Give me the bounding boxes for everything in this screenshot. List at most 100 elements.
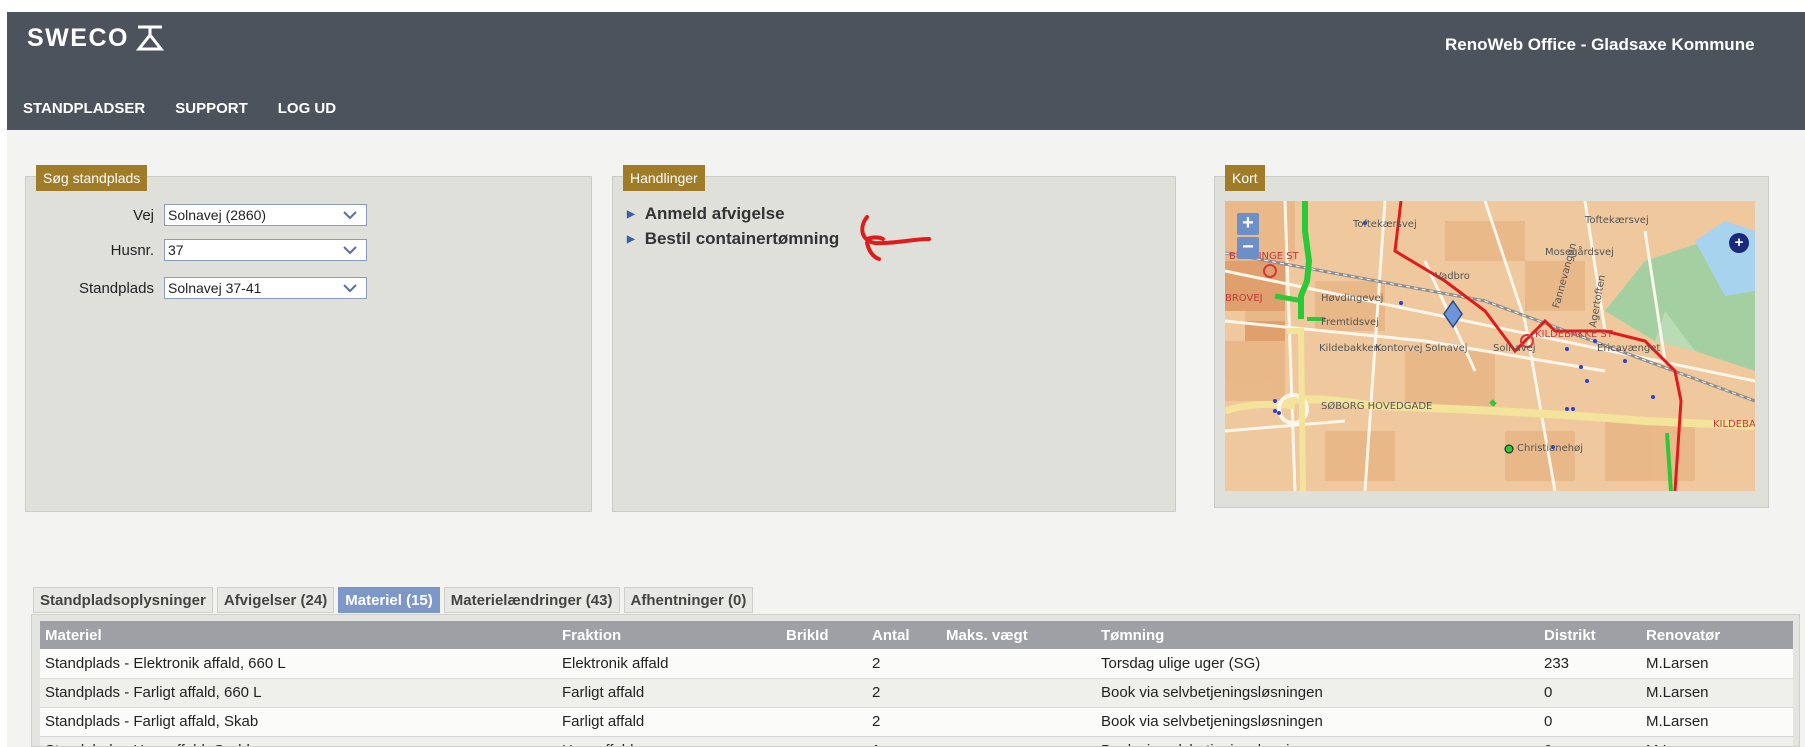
col-tomning[interactable]: Tømning	[1096, 621, 1539, 649]
cell-tomning: Book via selvbetjeningsløsningen	[1096, 678, 1539, 708]
app-title: RenoWeb Office - Gladsaxe Kommune	[1445, 35, 1755, 54]
husnr-value: 37	[168, 242, 184, 258]
col-maks-vaegt[interactable]: Maks. vægt	[941, 621, 1096, 649]
actions-panel-title: Handlinger	[623, 165, 705, 191]
cell-renovator: M.Larsen	[1641, 707, 1793, 737]
map-label-17: SØBORG HOVEDGADE	[1321, 400, 1432, 412]
map-label-13: Kontorvej	[1375, 343, 1423, 354]
cell-maks-vaegt	[941, 678, 1096, 708]
col-antal[interactable]: Antal	[867, 621, 941, 649]
cell-tomning: Torsdag ulige uger (SG)	[1096, 649, 1539, 679]
col-distrikt[interactable]: Distrikt	[1539, 621, 1641, 649]
chevron-down-icon	[343, 211, 357, 220]
map-view[interactable]: Toftekærsvej Toftekærsvej Mosegårdsvej B…	[1225, 201, 1755, 491]
vej-select[interactable]: Solnavej (2860)	[164, 204, 367, 226]
map-label-14: Solnavej	[1425, 343, 1468, 354]
zoom-in-button[interactable]: +	[1237, 213, 1259, 235]
chevron-down-icon	[343, 284, 357, 293]
standplads-label: Standplads	[78, 279, 154, 297]
map-label-10: Fremtidsvej	[1321, 317, 1379, 328]
hospital-icon: +	[1729, 233, 1749, 253]
cell-renovator: M.Larsen	[1641, 736, 1793, 746]
col-materiel[interactable]: Materiel	[40, 621, 557, 649]
bestil-containertomning-link[interactable]: ▶ Bestil containertømning	[627, 229, 839, 249]
husnr-row: Husnr. 37	[26, 238, 593, 262]
nav-log-ud[interactable]: LOG UD	[278, 94, 350, 123]
cell-fraktion: Elektronik affald	[557, 649, 781, 679]
tab-materielaendringer[interactable]: Materielændringer (43)	[443, 587, 620, 613]
cell-brikid	[781, 707, 867, 737]
map-panel: Kort Toftekærsvej Toftekærsvej Mosegårds…	[1214, 165, 1769, 508]
map-label-9: Høvdingevej	[1321, 293, 1383, 304]
map-label-19: KILDEBAKKE	[1713, 419, 1755, 430]
cell-materiel: Standplads - Haveaffald, Grabbes	[40, 736, 557, 746]
map-canvas: Toftekærsvej Toftekærsvej Mosegårdsvej B…	[1225, 201, 1755, 491]
cell-maks-vaegt	[941, 736, 1096, 746]
main-nav: STANDPLADSER SUPPORT LOG UD	[23, 94, 366, 123]
cell-fraktion: Farligt affald	[557, 707, 781, 737]
standplads-value: Solnavej 37-41	[168, 280, 262, 296]
anmeld-afvigelse-label: Anmeld afvigelse	[644, 204, 785, 223]
map-label-11: Kildebakken	[1319, 343, 1380, 354]
cell-renovator: M.Larsen	[1641, 678, 1793, 708]
logo-icon	[135, 25, 165, 51]
anmeld-afvigelse-link[interactable]: ▶ Anmeld afvigelse	[627, 204, 785, 224]
tab-materiel[interactable]: Materiel (15)	[338, 587, 440, 613]
table-row[interactable]: Standplads - Farligt affald, 660 L Farli…	[40, 678, 1793, 708]
bullet-triangle-icon: ▶	[627, 208, 635, 220]
header-bar: SWECO RenoWeb Office - Gladsaxe Kommune …	[7, 12, 1805, 130]
col-fraktion[interactable]: Fraktion	[557, 621, 781, 649]
table-row[interactable]: Standplads - Haveaffald, Grabbes Haveaff…	[40, 736, 1793, 746]
zoom-out-button[interactable]: −	[1237, 237, 1259, 259]
cell-fraktion: Haveaffald	[557, 736, 781, 746]
cell-maks-vaegt	[941, 649, 1096, 679]
materiel-table-container: Materiel Fraktion BrikId Antal Maks. væg…	[31, 614, 1800, 747]
cell-distrikt: 0	[1539, 678, 1641, 708]
cell-antal: 2	[867, 678, 941, 708]
husnr-select[interactable]: 37	[164, 239, 367, 261]
map-label-1: Toftekærsvej	[1584, 215, 1649, 226]
map-label-12: KILDEBAKKE ST	[1535, 329, 1614, 340]
red-arrow-annotation	[860, 215, 931, 261]
cell-materiel: Standplads - Farligt affald, 660 L	[40, 678, 557, 708]
standplads-row: Standplads Solnavej 37-41	[26, 276, 593, 300]
cell-antal: 2	[867, 707, 941, 737]
bullet-triangle-icon: ▶	[627, 233, 635, 245]
cell-tomning: Book via selvbetjeningsløsningen	[1096, 707, 1539, 737]
cell-antal: 2	[867, 649, 941, 679]
chevron-down-icon	[343, 246, 357, 255]
map-label-3: Mosegårdsvej	[1545, 245, 1614, 258]
logo-text: SWECO	[27, 23, 129, 52]
cell-distrikt: 233	[1539, 649, 1641, 679]
map-label-18: Christianehøj	[1517, 443, 1583, 454]
cell-renovator: M.Larsen	[1641, 649, 1793, 679]
col-brikid[interactable]: BrikId	[781, 621, 867, 649]
standplads-select[interactable]: Solnavej 37-41	[164, 277, 367, 299]
vej-value: Solnavej (2860)	[168, 207, 267, 223]
col-renovator[interactable]: Renovatør	[1641, 621, 1793, 649]
table-row[interactable]: Standplads - Farligt affald, Skab Farlig…	[40, 707, 1793, 737]
vej-label: Vej	[133, 206, 154, 224]
cell-maks-vaegt	[941, 707, 1096, 737]
tab-standpladsoplysninger[interactable]: Standpladsoplysninger	[33, 587, 213, 613]
app-window: SWECO RenoWeb Office - Gladsaxe Kommune …	[7, 12, 1805, 747]
map-label-2: Toftekærsvej	[1352, 219, 1417, 230]
bestil-containertomning-label: Bestil containertømning	[644, 229, 840, 248]
map-label-8: BROVEJ	[1225, 293, 1263, 304]
nav-standpladser[interactable]: STANDPLADSER	[23, 94, 159, 123]
cell-distrikt: 0	[1539, 707, 1641, 737]
cell-brikid	[781, 649, 867, 679]
map-label-16: Ericavænget	[1597, 343, 1660, 354]
table-header-row: Materiel Fraktion BrikId Antal Maks. væg…	[40, 621, 1793, 649]
map-label-15: Solnavej	[1493, 343, 1536, 354]
cell-materiel: Standplads - Elektronik affald, 660 L	[40, 649, 557, 679]
map-label-5: Vadbro	[1435, 271, 1470, 282]
cell-antal: 1	[867, 736, 941, 746]
nav-support[interactable]: SUPPORT	[175, 94, 262, 123]
table-row[interactable]: Standplads - Elektronik affald, 660 L El…	[40, 649, 1793, 679]
cell-distrikt: 0	[1539, 736, 1641, 746]
tab-afvigelser[interactable]: Afvigelser (24)	[216, 587, 335, 613]
tab-afhentninger[interactable]: Afhentninger (0)	[623, 587, 754, 613]
cell-materiel: Standplads - Farligt affald, Skab	[40, 707, 557, 737]
sweco-logo[interactable]: SWECO	[27, 21, 165, 55]
